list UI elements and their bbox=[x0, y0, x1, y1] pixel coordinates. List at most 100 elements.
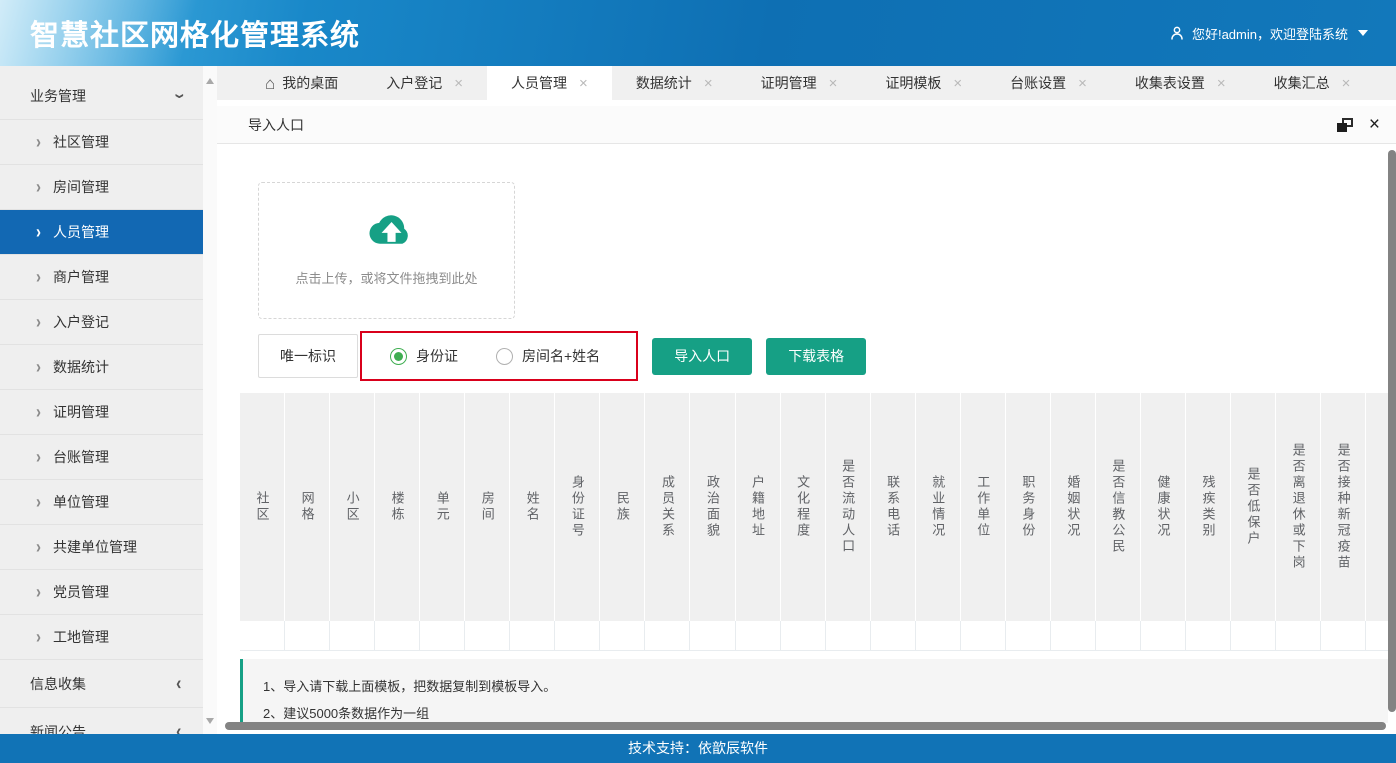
tab-close-icon[interactable]: × bbox=[1078, 75, 1087, 92]
sidebar-item[interactable]: › 证明管理 › bbox=[0, 390, 203, 435]
tab-label: 数据统计 bbox=[636, 73, 692, 93]
tab-close-icon[interactable]: × bbox=[704, 75, 713, 92]
table-cell bbox=[420, 621, 465, 651]
app-title: 智慧社区网格化管理系统 bbox=[0, 12, 360, 54]
table-column-header: 楼栋 bbox=[375, 393, 420, 621]
unique-id-button[interactable]: 唯一标识 bbox=[258, 334, 358, 378]
table-cell bbox=[916, 621, 961, 651]
sidebar-item-label: 证明管理 bbox=[53, 402, 109, 422]
restore-window-icon[interactable] bbox=[1337, 118, 1353, 132]
tab-close-icon[interactable]: × bbox=[579, 75, 588, 92]
sidebar-item[interactable]: › 房间管理 › bbox=[0, 165, 203, 210]
tab[interactable]: ⌂ 台账设置 × bbox=[986, 66, 1111, 100]
import-population-button[interactable]: 导入人口 bbox=[652, 338, 752, 375]
table-cell bbox=[1006, 621, 1051, 651]
table-cell bbox=[1141, 621, 1186, 651]
scroll-down-icon[interactable] bbox=[206, 718, 214, 724]
sidebar-item[interactable]: › 信息收集 › bbox=[0, 660, 203, 708]
table-cell bbox=[826, 621, 871, 651]
table-column-header: 健康状况 bbox=[1141, 393, 1186, 621]
sidebar-item[interactable]: › 业务管理 › bbox=[0, 72, 203, 120]
table-cell bbox=[1051, 621, 1096, 651]
table-column-header: 就业情况 bbox=[916, 393, 961, 621]
sidebar-item-label: 社区管理 bbox=[53, 132, 109, 152]
sidebar-item-label: 工地管理 bbox=[53, 627, 109, 647]
tab[interactable]: ⌂ 收集汇总 × bbox=[1250, 66, 1375, 100]
table-cell bbox=[1186, 621, 1231, 651]
table-cell bbox=[736, 621, 781, 651]
sidebar-item-label: 入户登记 bbox=[53, 312, 109, 332]
scroll-up-icon[interactable] bbox=[206, 78, 214, 84]
tab[interactable]: ⌂ 数据统计 × bbox=[612, 66, 737, 100]
sidebar-item-label: 党员管理 bbox=[53, 582, 109, 602]
radio-checked-icon bbox=[390, 348, 407, 365]
radio-idcard[interactable]: 身份证 bbox=[390, 346, 458, 366]
table-column-header: 是否接种新冠疫苗 bbox=[1321, 393, 1366, 621]
note-line: 1、导入请下载上面模板，把数据复制到模板导入。 bbox=[263, 673, 1388, 700]
tab[interactable]: ⌂ 证明管理 × bbox=[737, 66, 862, 100]
chevron-right-icon: › bbox=[36, 402, 41, 422]
sidebar-item[interactable]: › 人员管理 › bbox=[0, 210, 203, 255]
sidebar-scrollbar[interactable] bbox=[203, 66, 217, 734]
upload-dropzone[interactable]: 点击上传，或将文件拖拽到此处 bbox=[258, 182, 515, 319]
table-column-header: 单元 bbox=[420, 393, 465, 621]
sidebar-item[interactable]: › 新闻公告 › bbox=[0, 708, 203, 734]
caret-down-icon bbox=[1358, 30, 1368, 36]
chevron-right-icon: › bbox=[36, 357, 41, 377]
sidebar-item[interactable]: › 党员管理 › bbox=[0, 570, 203, 615]
table-cell bbox=[555, 621, 600, 651]
tab[interactable]: ⌂ 我的桌面 × bbox=[241, 66, 362, 100]
sidebar-item[interactable]: › 入户登记 › bbox=[0, 300, 203, 345]
table-column-header: 是否信教公民 bbox=[1096, 393, 1141, 621]
tab-label: 收集汇总 bbox=[1274, 73, 1330, 93]
panel-title: 导入人口 bbox=[217, 115, 304, 135]
user-menu[interactable]: 您好!admin，欢迎登陆系统 bbox=[1169, 24, 1396, 43]
tab-bar: ⌂ 我的桌面 × ⌂ 入户登记 × ⌂ 人员管理 × ⌂ bbox=[217, 66, 1396, 100]
table-cell bbox=[240, 621, 285, 651]
tab-label: 我的桌面 bbox=[282, 73, 338, 93]
tab-label: 收集表设置 bbox=[1135, 73, 1205, 93]
tab[interactable]: ⌂ 入户登记 × bbox=[362, 66, 487, 100]
table-column-header: 工作单位 bbox=[961, 393, 1006, 621]
table-cell bbox=[1276, 621, 1321, 651]
chevron-toggle-icon: › bbox=[168, 93, 190, 98]
tab[interactable]: ⌂ 收集表设置 × bbox=[1111, 66, 1250, 100]
user-greeting: 您好!admin，欢迎登陆系统 bbox=[1192, 24, 1348, 43]
tab-close-icon[interactable]: × bbox=[1342, 75, 1351, 92]
sidebar-item[interactable]: › 数据统计 › bbox=[0, 345, 203, 390]
sidebar-item[interactable]: › 工地管理 › bbox=[0, 615, 203, 660]
vertical-scrollbar[interactable] bbox=[1388, 150, 1396, 712]
download-template-button[interactable]: 下载表格 bbox=[766, 338, 866, 375]
sidebar-item-label: 共建单位管理 bbox=[53, 537, 137, 557]
panel-window-controls: × bbox=[1337, 115, 1380, 134]
chevron-right-icon: › bbox=[36, 537, 41, 557]
table-cell bbox=[1321, 621, 1366, 651]
radio-room-name[interactable]: 房间名+姓名 bbox=[496, 346, 600, 366]
table-cell bbox=[1096, 621, 1141, 651]
table-column-header: 小区 bbox=[330, 393, 375, 621]
chevron-right-icon: › bbox=[36, 132, 41, 152]
table-cell bbox=[1231, 621, 1276, 651]
table-column-header: 网格 bbox=[285, 393, 330, 621]
tab[interactable]: ⌂ 人员管理 × bbox=[487, 66, 612, 100]
sidebar-item[interactable]: › 社区管理 › bbox=[0, 120, 203, 165]
tab-close-icon[interactable]: × bbox=[454, 75, 463, 92]
close-panel-icon[interactable]: × bbox=[1369, 115, 1380, 134]
tab[interactable]: ⌂ 证明模板 × bbox=[861, 66, 986, 100]
radio-unchecked-icon bbox=[496, 348, 513, 365]
horizontal-scrollbar[interactable] bbox=[225, 722, 1386, 730]
sidebar-item[interactable]: › 商户管理 › bbox=[0, 255, 203, 300]
chevron-right-icon: › bbox=[36, 222, 41, 242]
app-header: 智慧社区网格化管理系统 您好!admin，欢迎登陆系统 bbox=[0, 0, 1396, 66]
tab-close-icon[interactable]: × bbox=[953, 75, 962, 92]
table-column-header: 姓名 bbox=[510, 393, 555, 621]
sidebar-item[interactable]: › 共建单位管理 › bbox=[0, 525, 203, 570]
table-column-header: 是否低保户 bbox=[1231, 393, 1276, 621]
table-cell bbox=[375, 621, 420, 651]
tab-close-icon[interactable]: × bbox=[829, 75, 838, 92]
sidebar-item[interactable]: › 单位管理 › bbox=[0, 480, 203, 525]
tab-close-icon[interactable]: × bbox=[1217, 75, 1226, 92]
sidebar-item[interactable]: › 台账管理 › bbox=[0, 435, 203, 480]
tab[interactable]: ⌂ 台账管理 × bbox=[1374, 66, 1396, 100]
chevron-right-icon: › bbox=[36, 267, 41, 287]
